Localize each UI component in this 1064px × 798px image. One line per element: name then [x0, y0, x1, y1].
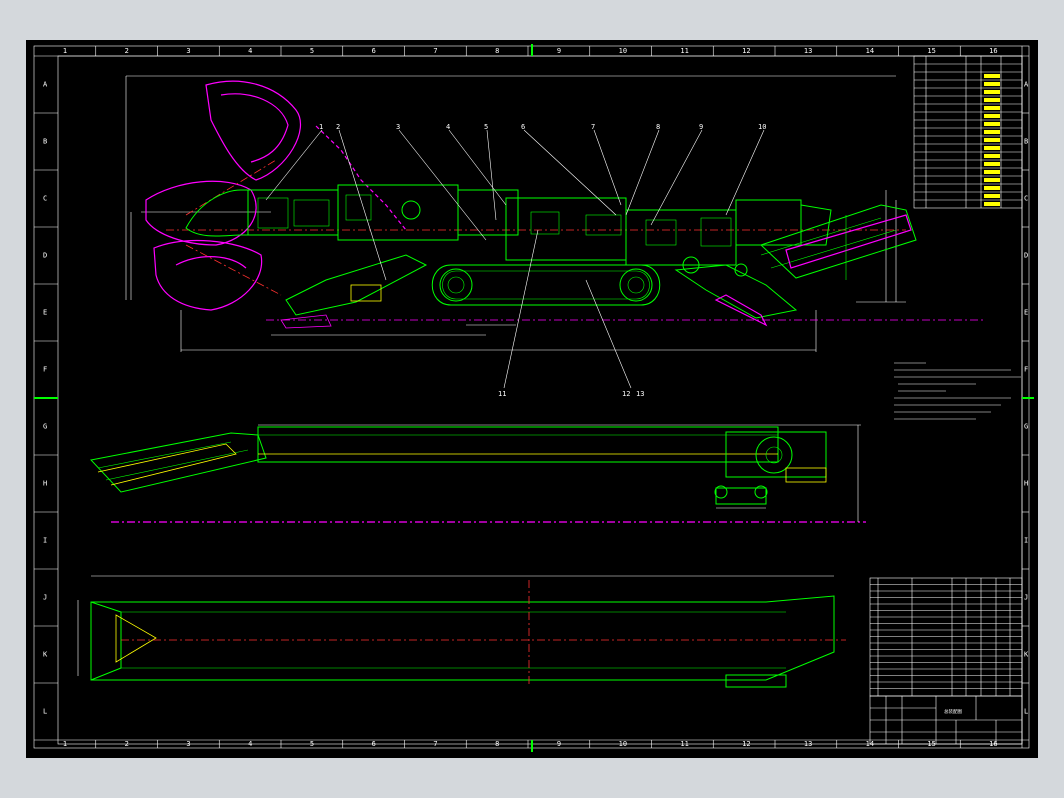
column-marker-top-4: 4 — [248, 47, 252, 55]
row-marker-right-C: C — [1024, 195, 1028, 203]
column-marker-top-13: 13 — [804, 47, 812, 55]
column-marker-top-10: 10 — [619, 47, 627, 55]
callout-8: 8 — [656, 123, 660, 131]
center-markers — [34, 44, 1034, 752]
callout-4: 4 — [446, 123, 450, 131]
column-marker-bottom-6: 6 — [372, 740, 376, 748]
callout-7: 7 — [591, 123, 595, 131]
column-zone-markers: 1122334455667788991010111112121313141415… — [63, 46, 998, 748]
row-marker-right-J: J — [1024, 594, 1028, 602]
row-marker-right-F: F — [1024, 366, 1028, 374]
column-marker-bottom-3: 3 — [186, 740, 190, 748]
column-marker-top-6: 6 — [372, 47, 376, 55]
row-marker-left-I: I — [43, 537, 47, 545]
row-marker-left-F: F — [43, 366, 47, 374]
row-zone-markers: A A B B C C D D E E F F G G H H I I J J K K L L — [34, 81, 1029, 716]
parts-list-top — [913, 55, 1023, 209]
callout-6: 6 — [521, 123, 525, 131]
column-marker-top-7: 7 — [433, 47, 437, 55]
callout-9: 9 — [699, 123, 703, 131]
column-marker-top-5: 5 — [310, 47, 314, 55]
row-marker-right-H: H — [1024, 480, 1028, 488]
callout-2: 2 — [336, 123, 340, 131]
callout-1: 1 — [319, 123, 323, 131]
technical-notes — [894, 362, 1021, 420]
parts-list-bottom — [869, 577, 1023, 697]
machine-side-view — [125, 75, 986, 389]
drawing-title: 总装配图 — [944, 708, 962, 715]
column-marker-top-3: 3 — [186, 47, 190, 55]
column-marker-top-2: 2 — [125, 47, 129, 55]
row-marker-right-E: E — [1024, 309, 1028, 317]
row-marker-left-B: B — [43, 138, 47, 146]
row-marker-left-K: K — [43, 651, 48, 659]
row-marker-left-G: G — [43, 423, 47, 431]
row-marker-right-B: B — [1024, 138, 1028, 146]
row-marker-left-J: J — [43, 594, 47, 602]
column-marker-bottom-10: 10 — [619, 740, 627, 748]
callout-12: 12 — [622, 390, 630, 398]
cad-drawing-sheet: 1122334455667788991010111112121313141415… — [26, 40, 1038, 758]
row-marker-left-A: A — [43, 81, 48, 89]
row-marker-left-H: H — [43, 480, 47, 488]
column-marker-bottom-9: 9 — [557, 740, 561, 748]
column-marker-bottom-2: 2 — [125, 740, 129, 748]
column-marker-top-12: 12 — [742, 47, 750, 55]
row-marker-left-D: D — [43, 252, 47, 260]
row-marker-right-A: A — [1024, 81, 1029, 89]
callout-10: 10 — [758, 123, 766, 131]
row-marker-right-L: L — [1024, 708, 1028, 716]
callout-13: 13 — [636, 390, 644, 398]
column-marker-bottom-13: 13 — [804, 740, 812, 748]
column-marker-top-8: 8 — [495, 47, 499, 55]
column-marker-bottom-1: 1 — [63, 740, 67, 748]
row-marker-right-K: K — [1024, 651, 1029, 659]
column-marker-top-14: 14 — [866, 47, 874, 55]
row-marker-right-D: D — [1024, 252, 1028, 260]
conveyor-side-view — [90, 424, 866, 523]
row-marker-right-G: G — [1024, 423, 1028, 431]
column-marker-bottom-8: 8 — [495, 740, 499, 748]
column-marker-bottom-7: 7 — [433, 740, 437, 748]
callout-5: 5 — [484, 123, 488, 131]
column-marker-top-15: 15 — [927, 47, 935, 55]
callout-3: 3 — [396, 123, 400, 131]
column-marker-bottom-5: 5 — [310, 740, 314, 748]
conveyor-plan-view — [77, 575, 846, 688]
row-marker-left-L: L — [43, 708, 47, 716]
column-marker-top-9: 9 — [557, 47, 561, 55]
row-marker-right-I: I — [1024, 537, 1028, 545]
title-block: 总装配图 — [869, 695, 1023, 745]
row-marker-left-E: E — [43, 309, 47, 317]
column-marker-top-1: 1 — [63, 47, 67, 55]
callout-11: 11 — [498, 390, 506, 398]
column-marker-bottom-4: 4 — [248, 740, 252, 748]
column-marker-bottom-12: 12 — [742, 740, 750, 748]
column-marker-top-11: 11 — [680, 47, 688, 55]
row-marker-left-C: C — [43, 195, 47, 203]
column-marker-top-16: 16 — [989, 47, 997, 55]
column-marker-bottom-11: 11 — [680, 740, 688, 748]
